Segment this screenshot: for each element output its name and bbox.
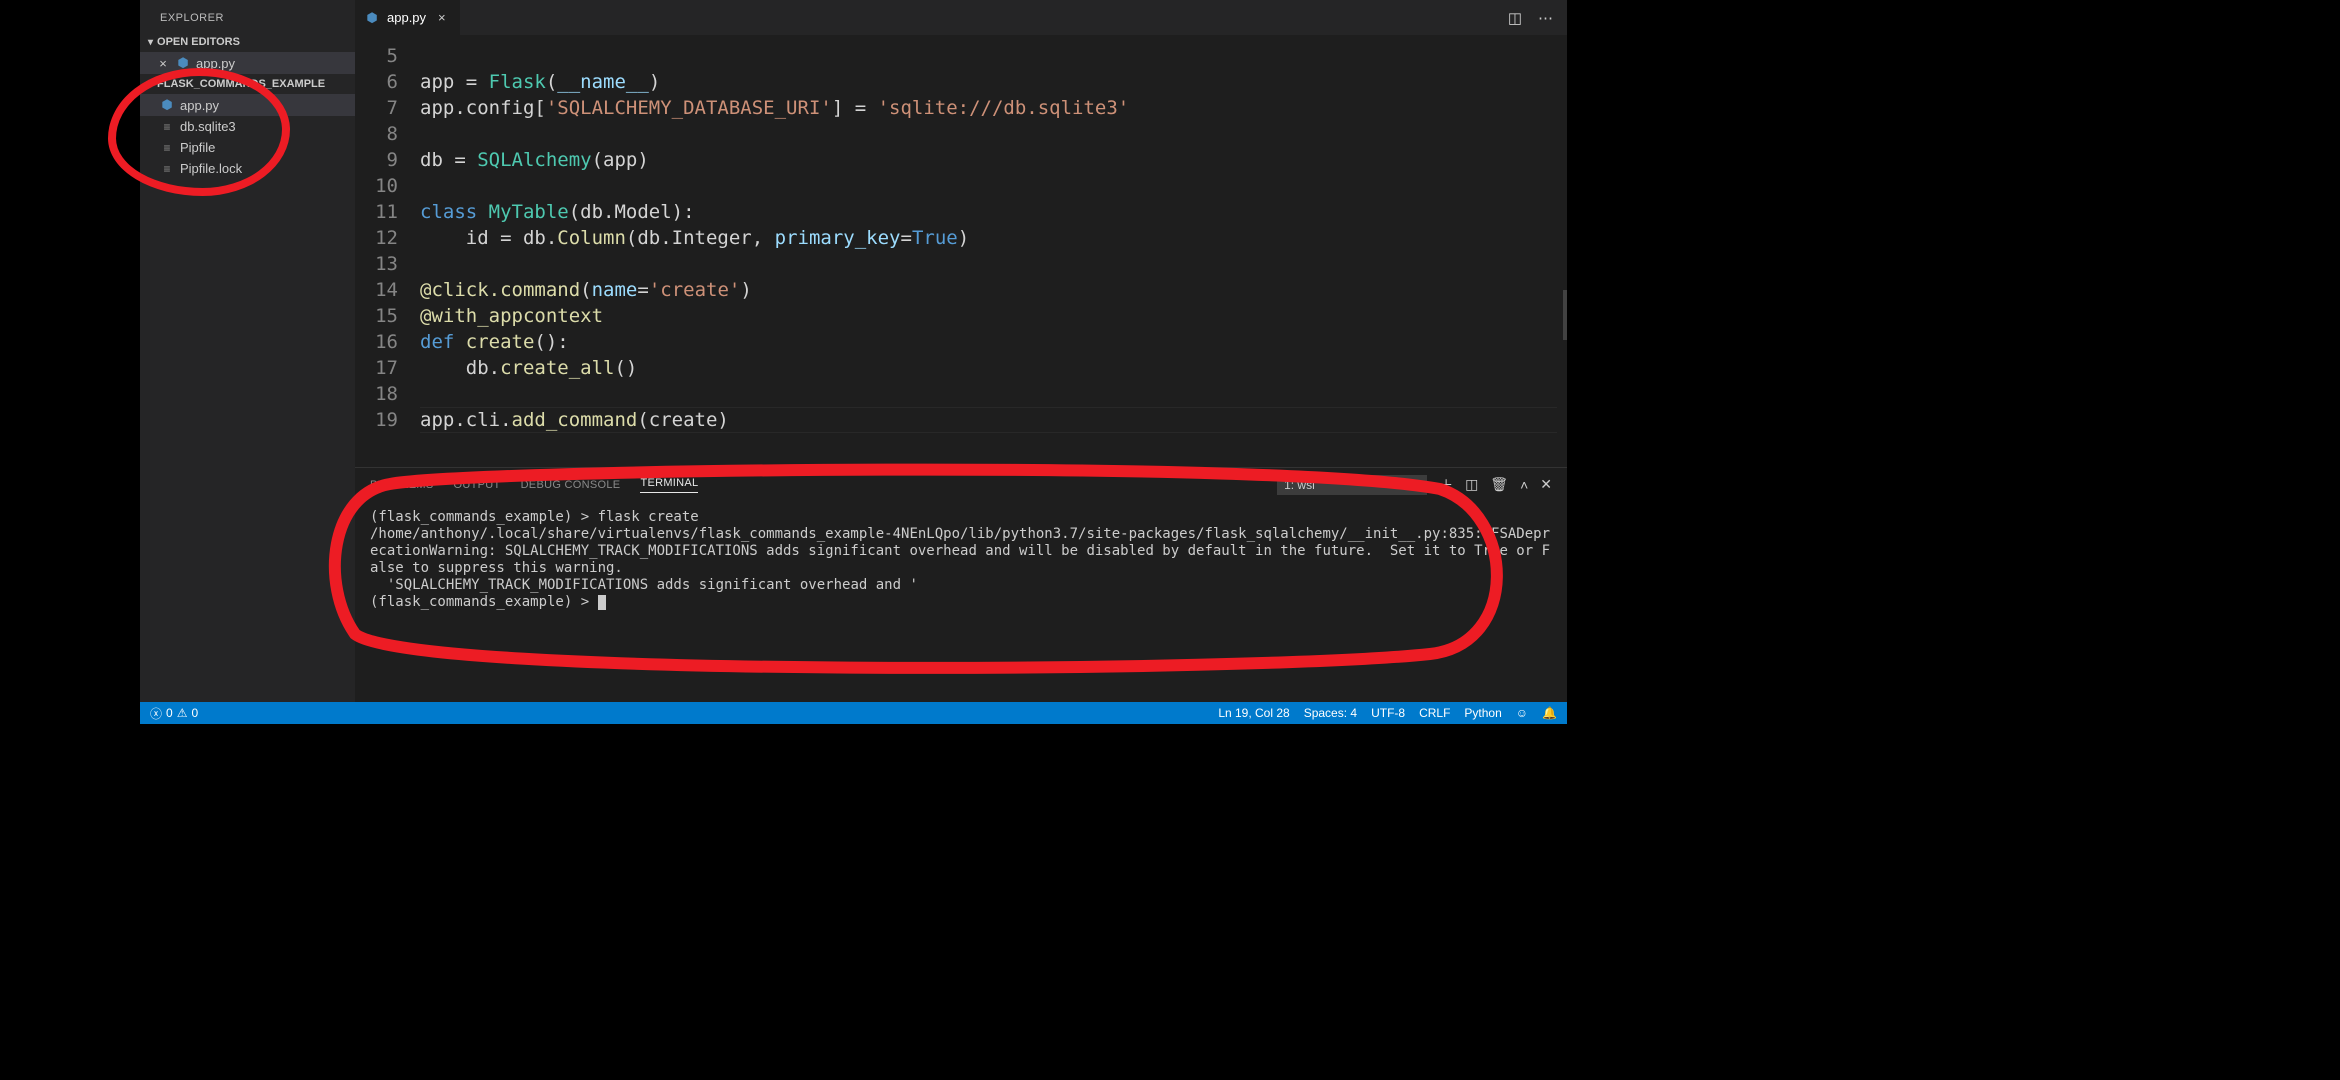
open-editors-label: OPEN EDITORS <box>157 36 240 48</box>
workspace-header[interactable]: ▾ FLASK_COMMANDS_EXAMPLE <box>140 74 355 94</box>
terminal-select-label: 1: wsl <box>1284 478 1315 492</box>
sidebar-title: EXPLORER <box>140 0 355 32</box>
code-line[interactable]: def create(): <box>420 329 1567 355</box>
status-eol[interactable]: CRLF <box>1419 706 1450 720</box>
split-editor-icon[interactable]: ◫ <box>1508 9 1522 27</box>
line-number: 13 <box>355 251 398 277</box>
code-line[interactable]: @click.command(name='create') <box>420 277 1567 303</box>
chevron-down-icon: ▾ <box>148 37 153 48</box>
python-icon: ⬢ <box>365 10 379 26</box>
code-line[interactable] <box>420 173 1567 199</box>
new-terminal-icon[interactable]: ＋ <box>1439 475 1453 495</box>
status-errors[interactable]: ⓧ 0 ⚠ 0 <box>150 705 198 722</box>
tab-output[interactable]: OUTPUT <box>454 479 501 491</box>
file-label: db.sqlite3 <box>180 119 236 134</box>
line-number: 18 <box>355 381 398 407</box>
maximize-panel-icon[interactable]: ˄ <box>1520 477 1528 493</box>
line-number: 8 <box>355 121 398 147</box>
file-icon: ≡ <box>160 141 174 155</box>
terminal-select[interactable]: 1: wsl ▾ <box>1277 475 1427 495</box>
more-icon[interactable]: ⋯ <box>1538 9 1553 27</box>
warning-icon: ⚠ <box>177 706 188 720</box>
line-gutter: 5678910111213141516171819 <box>355 35 420 467</box>
line-number: 17 <box>355 355 398 381</box>
line-number: 12 <box>355 225 398 251</box>
file-item[interactable]: ⬢ app.py <box>140 94 355 116</box>
open-editor-item[interactable]: × ⬢ app.py <box>140 52 355 74</box>
code-line[interactable]: db = SQLAlchemy(app) <box>420 147 1567 173</box>
file-label: Pipfile.lock <box>180 161 242 176</box>
trash-icon[interactable]: 🗑 <box>1490 476 1508 493</box>
line-number: 16 <box>355 329 398 355</box>
warning-count: 0 <box>191 706 198 720</box>
explorer-sidebar: EXPLORER ▾ OPEN EDITORS × ⬢ app.py ▾ FLASK… <box>140 0 355 702</box>
chevron-down-icon: ▾ <box>148 79 153 90</box>
close-icon[interactable]: × <box>156 56 170 71</box>
error-count: 0 <box>166 706 173 720</box>
workbench: EXPLORER ▾ OPEN EDITORS × ⬢ app.py ▾ FLASK… <box>140 0 1567 702</box>
terminal-output: (flask_commands_example) > flask create … <box>370 509 1550 610</box>
file-label: Pipfile <box>180 140 215 155</box>
line-number: 14 <box>355 277 398 303</box>
line-number: 11 <box>355 199 398 225</box>
file-icon: ≡ <box>160 162 174 176</box>
python-icon: ⬢ <box>160 97 174 113</box>
workspace-label: FLASK_COMMANDS_EXAMPLE <box>157 78 325 90</box>
code-line[interactable]: db.create_all() <box>420 355 1567 381</box>
minimap[interactable] <box>1557 35 1567 467</box>
line-number: 7 <box>355 95 398 121</box>
tab-problems[interactable]: PROBLEMS <box>370 479 434 491</box>
terminal-cursor <box>598 595 606 610</box>
line-number: 5 <box>355 43 398 69</box>
python-icon: ⬢ <box>176 55 190 71</box>
code-line[interactable]: class MyTable(db.Model): <box>420 199 1567 225</box>
tab-bar: ⬢ app.py × ◫ ⋯ <box>355 0 1567 35</box>
line-number: 6 <box>355 69 398 95</box>
editor-area: ⬢ app.py × ◫ ⋯ 5678910111213141516171819… <box>355 0 1567 702</box>
status-encoding[interactable]: UTF-8 <box>1371 706 1405 720</box>
tab-debug-console[interactable]: DEBUG CONSOLE <box>521 479 621 491</box>
error-icon: ⓧ <box>150 705 162 722</box>
split-terminal-icon[interactable]: ◫ <box>1465 476 1478 493</box>
code-line[interactable] <box>420 121 1567 147</box>
tab-filename: app.py <box>387 10 426 25</box>
chevron-down-icon: ▾ <box>1414 478 1420 492</box>
code-line[interactable]: app.config['SQLALCHEMY_DATABASE_URI'] = … <box>420 95 1567 121</box>
line-number: 19 <box>355 407 398 433</box>
code-line[interactable]: app.cli.add_command(create) <box>420 407 1567 433</box>
bottom-panel: PROBLEMS OUTPUT DEBUG CONSOLE TERMINAL 1… <box>355 467 1567 702</box>
code-line[interactable]: @with_appcontext <box>420 303 1567 329</box>
code-line[interactable] <box>420 251 1567 277</box>
line-number: 9 <box>355 147 398 173</box>
status-bar: ⓧ 0 ⚠ 0 Ln 19, Col 28 Spaces: 4 UTF-8 CR… <box>140 702 1567 724</box>
bell-icon[interactable]: 🔔 <box>1542 706 1557 720</box>
tab-actions: ◫ ⋯ <box>1508 0 1567 35</box>
code-line[interactable] <box>420 381 1567 407</box>
tab-terminal[interactable]: TERMINAL <box>640 477 698 493</box>
file-item[interactable]: ≡ Pipfile.lock <box>140 158 355 179</box>
code-editor[interactable]: 5678910111213141516171819 app = Flask(__… <box>355 35 1567 467</box>
code-line[interactable]: app = Flask(__name__) <box>420 69 1567 95</box>
code-line[interactable]: id = db.Column(db.Integer, primary_key=T… <box>420 225 1567 251</box>
terminal-body[interactable]: (flask_commands_example) > flask create … <box>355 501 1567 702</box>
status-language[interactable]: Python <box>1464 706 1501 720</box>
close-panel-icon[interactable]: ✕ <box>1540 476 1552 493</box>
tab-app-py[interactable]: ⬢ app.py × <box>355 0 461 35</box>
line-number: 15 <box>355 303 398 329</box>
code-content[interactable]: app = Flask(__name__)app.config['SQLALCH… <box>420 35 1567 467</box>
panel-tabs: PROBLEMS OUTPUT DEBUG CONSOLE TERMINAL 1… <box>355 468 1567 501</box>
file-item[interactable]: ≡ Pipfile <box>140 137 355 158</box>
feedback-icon[interactable]: ☺ <box>1516 706 1528 720</box>
status-cursor[interactable]: Ln 19, Col 28 <box>1218 706 1289 720</box>
file-label: app.py <box>196 56 235 71</box>
close-icon[interactable]: × <box>434 10 450 25</box>
file-item[interactable]: ≡ db.sqlite3 <box>140 116 355 137</box>
minimap-thumb[interactable] <box>1563 290 1567 340</box>
file-label: app.py <box>180 98 219 113</box>
file-icon: ≡ <box>160 120 174 134</box>
open-editors-header[interactable]: ▾ OPEN EDITORS <box>140 32 355 52</box>
code-line[interactable] <box>420 43 1567 69</box>
status-spaces[interactable]: Spaces: 4 <box>1304 706 1357 720</box>
line-number: 10 <box>355 173 398 199</box>
